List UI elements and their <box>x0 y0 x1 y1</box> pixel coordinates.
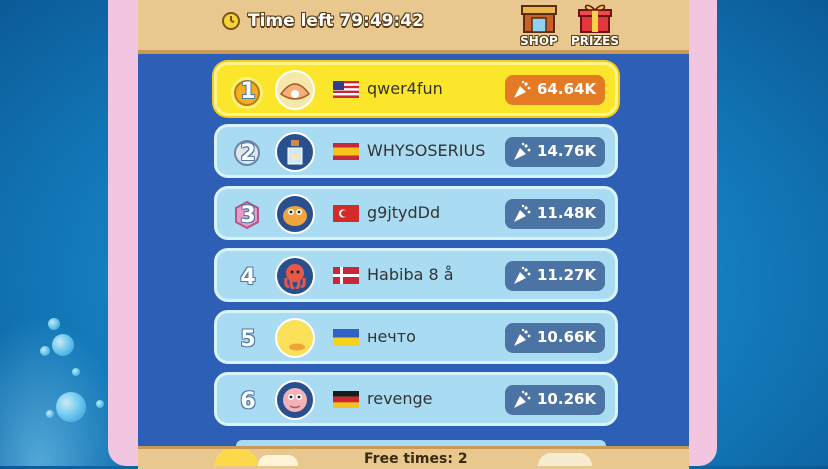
score-badge: 10.26K <box>505 385 605 415</box>
party-popper-icon <box>514 266 531 284</box>
duck-avatar <box>275 318 315 358</box>
clam-avatar <box>275 70 315 110</box>
ukraine-flag-icon <box>333 329 359 346</box>
bubble <box>48 318 60 330</box>
turkey-flag-icon <box>333 205 359 222</box>
bubble <box>46 410 54 418</box>
player-name: qwer4fun <box>367 79 443 98</box>
bubble <box>40 346 50 356</box>
shop-button[interactable]: SHOP <box>514 2 564 48</box>
party-popper-icon <box>514 204 531 222</box>
rank-number: 5 <box>240 327 256 352</box>
score-value: 10.66K <box>537 328 597 346</box>
us-flag-icon <box>333 81 359 98</box>
free-times-text: Free times: 2 <box>364 451 468 467</box>
time-left-text: Time left 79:49:42 <box>248 11 424 31</box>
shop-icon <box>521 5 557 33</box>
rank-number: 4 <box>240 265 256 290</box>
score-value: 11.27K <box>537 266 597 284</box>
leaderboard-row[interactable]: 2 WHYSOSERIUS 14.76K <box>214 124 618 178</box>
prizes-label: PRIZES <box>570 34 620 48</box>
player-name: нечто <box>367 327 416 346</box>
rank-number: 1 <box>240 79 256 104</box>
player-name: g9jtydDd <box>367 203 441 222</box>
leaderboard-row[interactable]: 3 g9jtydDd 11.48K <box>214 186 618 240</box>
coin-icon <box>258 455 298 466</box>
prizes-button[interactable]: PRIZES <box>570 2 620 48</box>
bubble <box>96 400 104 408</box>
rank-number: 3 <box>240 203 256 228</box>
score-badge: 64.64K <box>505 75 605 105</box>
score-value: 64.64K <box>537 80 597 98</box>
leaderboard-row[interactable]: 6 revenge 10.26K <box>214 372 618 426</box>
score-value: 10.26K <box>537 390 597 408</box>
score-badge: 14.76K <box>505 137 605 167</box>
duck-icon <box>214 449 258 466</box>
player-name: revenge <box>367 389 433 408</box>
party-popper-icon <box>514 80 531 98</box>
denmark-flag-icon <box>333 267 359 284</box>
bottle-avatar <box>275 132 315 172</box>
axolotl-avatar <box>275 380 315 420</box>
score-badge: 11.27K <box>505 261 605 291</box>
score-badge: 11.48K <box>505 199 605 229</box>
germany-flag-icon <box>333 391 359 408</box>
leaderboard-row[interactable]: 5 нечто 10.66K <box>214 310 618 364</box>
party-popper-icon <box>514 328 531 346</box>
octopus-avatar <box>275 256 315 296</box>
gift-icon <box>578 4 612 33</box>
shop-label: SHOP <box>520 34 558 48</box>
player-name: Habiba 8 å <box>367 265 454 284</box>
spin-button[interactable] <box>538 453 592 466</box>
pufferfish-avatar <box>275 194 315 234</box>
score-value: 11.48K <box>537 204 597 222</box>
rank-number: 2 <box>240 141 256 166</box>
clock-icon <box>222 12 240 30</box>
party-popper-icon <box>514 390 531 408</box>
bubble <box>72 368 80 376</box>
spain-flag-icon <box>333 143 359 160</box>
score-value: 14.76K <box>537 142 597 160</box>
leaderboard-row[interactable]: 4 Habiba 8 å 11.27K <box>214 248 618 302</box>
party-popper-icon <box>514 142 531 160</box>
bubble <box>52 334 74 356</box>
player-name: WHYSOSERIUS <box>367 141 486 160</box>
rank-number: 6 <box>240 389 256 414</box>
score-badge: 10.66K <box>505 323 605 353</box>
leaderboard-row[interactable]: 1 qwer4fun 64.64K <box>214 62 618 116</box>
bubble <box>56 392 86 422</box>
